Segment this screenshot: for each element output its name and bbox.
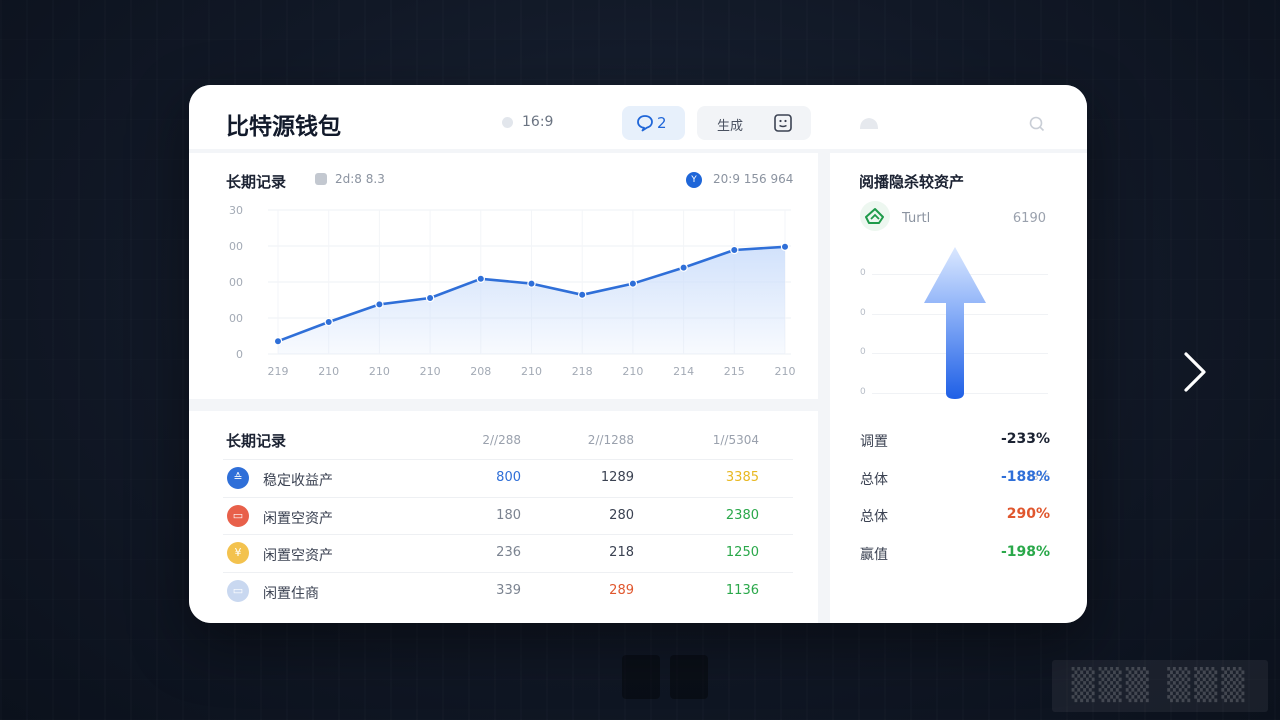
- y-tick-label: 00: [229, 276, 243, 289]
- coin-icon: ¥: [227, 542, 249, 564]
- x-tick-label: 210: [420, 365, 441, 378]
- generate-icon: [774, 114, 792, 132]
- x-tick-label: 210: [318, 365, 339, 378]
- cell-value: 280: [609, 508, 634, 523]
- cell-value: 236: [496, 545, 521, 560]
- cell-value: 3385: [725, 470, 759, 485]
- chart-panel: 长期记录 2d:8 8.3 Y 20:9 156 964 30 00 00 00 0 21…: [189, 153, 818, 399]
- cell-value: 2380: [725, 508, 759, 523]
- generate-label: 生成: [717, 119, 744, 134]
- line-chart: 300000000219 210 210 210 208 210 218 210 214 215 2…: [229, 204, 796, 378]
- cell-value: 1289: [600, 470, 634, 485]
- background-block: [670, 655, 708, 699]
- watermark: ▒▒▒ ▒▒▒: [1052, 660, 1268, 712]
- data-point: [628, 279, 638, 288]
- column-header: 1//5304: [712, 433, 759, 447]
- y-tick-label: 0: [860, 308, 866, 318]
- x-tick-label: 210: [521, 365, 542, 378]
- data-point: [476, 274, 485, 284]
- stat-label: 赢值: [860, 547, 888, 563]
- stat-value: -198%: [1000, 544, 1050, 560]
- asset-name: 闲置空资产: [263, 511, 333, 527]
- y-tick-label: 0: [860, 387, 866, 397]
- table-row[interactable]: ¥ 闲置空资产 236 218 1250: [223, 534, 793, 572]
- asset-name: 稳定收益产: [263, 473, 333, 489]
- data-point: [780, 242, 790, 252]
- wallet-icon: ▭: [227, 580, 249, 602]
- cell-value: 289: [609, 583, 634, 598]
- data-point: [578, 290, 587, 299]
- cell-value: 1250: [725, 545, 759, 560]
- x-tick-label: 210: [622, 365, 643, 378]
- stat-row[interactable]: 赢值 -198%: [860, 540, 1050, 564]
- cell-value: 800: [496, 470, 521, 485]
- asset-value: 6190: [1012, 211, 1046, 226]
- asset-table-panel: 长期记录 2//288 2//1288 1//5304 ≙ 稳定收益产 800 …: [189, 411, 818, 623]
- background-block: [622, 655, 660, 699]
- y-tick-label: 0: [236, 348, 243, 361]
- card-icon: ▭: [227, 505, 249, 527]
- side-title: 阅播隐杀较资产: [859, 173, 965, 191]
- table-row[interactable]: ▭ 闲置住商 339 289 1136: [223, 572, 793, 610]
- header-bar: 比特源钱包 16:9 2 生成: [189, 85, 1087, 149]
- app-title: 比特源钱包: [226, 114, 341, 140]
- table-row[interactable]: ▭ 闲置空资产 180 280 2380: [223, 497, 793, 535]
- x-tick-label: 215: [724, 365, 745, 378]
- data-point: [425, 293, 435, 303]
- stat-label: 总体: [860, 509, 888, 525]
- side-panel: 阅播隐杀较资产 Turtl 6190 0 0 0 0 2315 调置 -233%…: [830, 153, 1087, 623]
- data-point: [273, 336, 283, 346]
- asset-name: Turtl: [902, 211, 931, 226]
- x-tick-label: 208: [470, 365, 491, 378]
- y-tick-label: 30: [229, 204, 243, 217]
- status-dot-icon: [502, 117, 513, 128]
- table-title: 长期记录: [226, 432, 287, 450]
- shield-icon: ≙: [227, 467, 249, 489]
- x-tick-label: 210: [775, 365, 796, 378]
- column-header: 2//1288: [587, 433, 634, 447]
- y-tick-label: 00: [229, 312, 243, 325]
- y-tick-label: 0: [860, 347, 866, 357]
- stat-row[interactable]: 调置 -233%: [860, 427, 1050, 451]
- chevron-right-icon[interactable]: [1178, 350, 1210, 394]
- cell-value: 1136: [725, 583, 759, 598]
- data-point: [375, 300, 384, 309]
- x-tick-label: 219: [268, 365, 289, 378]
- chat-bubble-icon: [637, 115, 653, 132]
- stat-value: -188%: [1000, 469, 1050, 485]
- x-tick-label: 210: [369, 365, 390, 378]
- cell-value: 339: [496, 583, 521, 598]
- turtle-icon: [860, 201, 890, 231]
- chat-count: 2: [657, 114, 667, 132]
- aspect-ratio-label: 16:9: [522, 114, 554, 130]
- cloud-icon[interactable]: [858, 115, 880, 131]
- wallet-dashboard-card: 比特源钱包 16:9 2 生成 长期记录 2d:8 8.3 Y 20:9 156…: [189, 85, 1087, 623]
- y-tick-label: 0: [860, 268, 866, 278]
- chat-button[interactable]: 2: [622, 106, 685, 140]
- x-tick-label: 218: [572, 365, 593, 378]
- table-row[interactable]: ≙ 稳定收益产 800 1289 3385: [223, 459, 793, 497]
- y-tick-label: 00: [229, 240, 243, 253]
- asset-name: 闲置住商: [263, 586, 319, 602]
- column-header: 2//288: [482, 433, 521, 447]
- data-point: [679, 263, 688, 272]
- stat-value: 290%: [1006, 506, 1050, 522]
- asset-name: 闲置空资产: [263, 548, 333, 564]
- x-tick-label: 214: [673, 365, 694, 378]
- data-point: [730, 245, 739, 255]
- stat-row[interactable]: 总体 290%: [860, 502, 1050, 526]
- generate-button[interactable]: 生成: [697, 106, 811, 140]
- data-point: [324, 317, 333, 327]
- data-point: [527, 279, 536, 288]
- cell-value: 218: [609, 545, 634, 560]
- cell-value: 180: [496, 508, 521, 523]
- stat-label: 总体: [860, 472, 888, 488]
- stat-value: -233%: [1000, 431, 1050, 447]
- up-arrow-icon: [924, 247, 986, 399]
- stat-label: 调置: [860, 434, 888, 450]
- search-icon[interactable]: [1028, 115, 1046, 133]
- stat-row[interactable]: 总体 -188%: [860, 465, 1050, 489]
